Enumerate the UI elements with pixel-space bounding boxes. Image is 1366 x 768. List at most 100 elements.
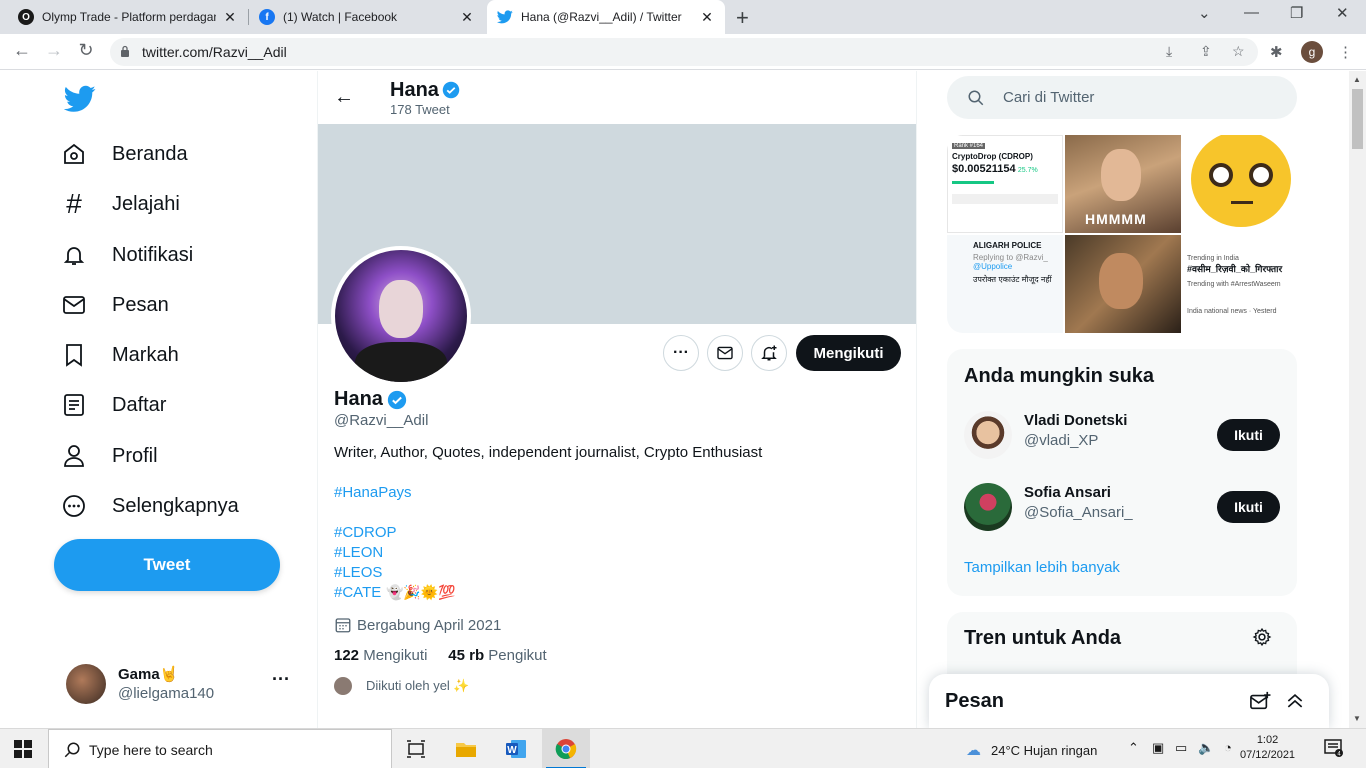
tab-twitter[interactable]: Hana (@Razvi__Adil) / Twitter ✕ [487, 0, 725, 34]
followers-link[interactable]: 45 rb Pengikut [448, 647, 546, 664]
gear-icon[interactable] [1252, 627, 1272, 647]
hashtag-link[interactable]: #LEON [334, 544, 383, 561]
nav-item-profile[interactable]: Profil [60, 436, 158, 476]
task-view-icon[interactable] [392, 729, 440, 768]
taskbar-clock[interactable]: 1:02 07/12/2021 [1240, 733, 1295, 763]
bookmark-star-icon[interactable]: ☆ [1232, 43, 1245, 60]
who-to-follow-card: Anda mungkin suka Vladi Donetski @vladi_… [947, 349, 1297, 596]
back-arrow-icon[interactable]: ← [334, 86, 354, 109]
bookmark-icon [60, 341, 88, 369]
media-tile-police-tweet[interactable]: ALIGARH POLICE Replying to @Razvi_ @Uppo… [947, 235, 1063, 333]
address-bar[interactable]: twitter.com/Razvi__Adil ⤓ ⇪ ☆ [110, 38, 1258, 66]
scroll-thumb[interactable] [1352, 89, 1363, 149]
browser-profile-avatar[interactable]: g [1301, 41, 1323, 63]
tab-search-chevron-icon[interactable]: ⌄ [1198, 4, 1211, 22]
message-button[interactable] [707, 335, 743, 371]
double-chevron-up-icon[interactable] [1285, 691, 1305, 711]
chrome-icon[interactable] [542, 729, 590, 768]
suggestion-name: Sofia Ansari [1024, 484, 1111, 501]
new-tab-icon[interactable]: + [736, 5, 749, 31]
nav-item-label: Selengkapnya [112, 494, 239, 517]
profile-avatar[interactable] [331, 246, 471, 386]
hashtag-link[interactable]: #LEOS [334, 564, 382, 581]
volume-icon[interactable]: 🔈 [1198, 740, 1214, 756]
minimize-icon[interactable]: — [1244, 4, 1259, 21]
tweet-count: 178 Tweet [390, 102, 450, 117]
search-input[interactable]: Cari di Twitter [947, 76, 1297, 119]
media-tile-hmmm[interactable]: HMMMM [1065, 135, 1181, 233]
followed-by[interactable]: Diikuti oleh yel ✨ [334, 677, 470, 695]
meet-now-icon[interactable]: ▣ [1152, 740, 1164, 756]
taskbar-search-input[interactable]: Type here to search [48, 729, 392, 768]
close-icon[interactable]: ✕ [459, 9, 475, 26]
extensions-icon[interactable]: ✱ [1270, 43, 1283, 61]
suggestion-row[interactable]: Sofia Ansari @Sofia_Ansari_ Ikuti [964, 477, 1280, 537]
forward-icon[interactable]: → [42, 40, 66, 61]
search-icon [64, 742, 80, 758]
follow-button[interactable]: Ikuti [1217, 419, 1280, 451]
media-tile-trending[interactable]: Trending in India #वसीम_रिज़वी_को_गिरफ्त… [1183, 235, 1297, 333]
tweet-button[interactable]: Tweet [54, 539, 280, 591]
close-icon[interactable]: ✕ [699, 9, 715, 26]
hashtag-link[interactable]: #HanaPays [334, 484, 412, 501]
nav-item-more[interactable]: Selengkapnya [60, 486, 239, 526]
nav-item-home[interactable]: Beranda [60, 134, 188, 174]
page-scrollbar[interactable]: ▲ ▼ [1349, 71, 1366, 728]
install-icon[interactable]: ⤓ [1166, 43, 1172, 60]
chevron-up-icon[interactable]: ⌃ [1128, 740, 1139, 756]
tab-facebook[interactable]: f (1) Watch | Facebook ✕ [249, 0, 485, 34]
file-explorer-icon[interactable] [442, 729, 490, 768]
media-crypto-rank: Rank #164 [952, 143, 986, 149]
window-close-icon[interactable]: ✕ [1336, 4, 1349, 22]
suggestion-handle: @Sofia_Ansari_ [1024, 504, 1133, 521]
following-count: 122 [334, 647, 360, 664]
wifi-icon[interactable]: ◔ [1224, 740, 1232, 755]
nav-item-label: Daftar [112, 393, 167, 416]
more-options-button[interactable]: ··· [663, 335, 699, 371]
hashtag-link[interactable]: #CATE [334, 584, 381, 601]
media-tile-police-photo[interactable] [1065, 235, 1181, 333]
scroll-up-icon[interactable]: ▲ [1353, 75, 1361, 84]
calendar-icon [335, 618, 351, 633]
close-icon[interactable]: ✕ [222, 9, 238, 26]
hashtag-link[interactable]: #CDROP [334, 524, 397, 541]
restore-icon[interactable]: ❐ [1290, 4, 1303, 22]
following-link[interactable]: 122 Mengikuti [334, 647, 427, 664]
bell-icon [60, 241, 88, 269]
chrome-menu-icon[interactable]: ⋮ [1338, 43, 1353, 61]
notify-button[interactable] [751, 335, 787, 371]
share-icon[interactable]: ⇪ [1200, 43, 1212, 60]
nav-item-messages[interactable]: Pesan [60, 285, 169, 325]
tab-olymp-trade[interactable]: O Olymp Trade - Platform perdagangan ✕ [8, 0, 248, 34]
battery-icon[interactable]: ▭ [1175, 740, 1187, 756]
media-tile-emoji[interactable] [1183, 135, 1297, 233]
nav-item-explore[interactable]: # Jelajahi [60, 184, 180, 224]
media-crypto-bar [952, 181, 995, 184]
nav-item-bookmarks[interactable]: Markah [60, 335, 179, 375]
nav-item-label: Profil [112, 444, 158, 467]
svg-text:W: W [507, 745, 517, 756]
nav-item-lists[interactable]: Daftar [60, 385, 166, 425]
weather-widget[interactable]: ☁ 24°C Hujan ringan [966, 741, 1097, 759]
back-icon[interactable]: ← [10, 40, 34, 61]
olymp-icon: O [18, 9, 34, 25]
scroll-down-icon[interactable]: ▼ [1353, 714, 1361, 723]
twitter-logo-icon[interactable] [64, 85, 96, 113]
suggestion-row[interactable]: Vladi Donetski @vladi_XP Ikuti [964, 405, 1280, 465]
notification-center-icon[interactable]: 4 [1324, 739, 1344, 762]
follow-button[interactable]: Ikuti [1217, 491, 1280, 523]
clock-time: 1:02 [1256, 734, 1279, 746]
windows-start-icon[interactable] [14, 740, 32, 758]
media-tile-crypto[interactable]: Rank #164 CryptoDrop (CDROP) $0.00521154… [947, 135, 1063, 233]
account-switcher[interactable]: Gama🤘 @lielgama140 ··· [60, 657, 300, 713]
more-horizontal-icon[interactable]: ··· [272, 669, 290, 690]
verified-badge-icon [387, 390, 407, 410]
new-message-icon[interactable] [1249, 691, 1271, 711]
reload-icon[interactable]: ↻ [74, 40, 98, 61]
show-more-link[interactable]: Tampilkan lebih banyak [964, 559, 1120, 576]
messages-drawer[interactable]: Pesan [929, 674, 1329, 728]
nav-item-notifications[interactable]: Notifikasi [60, 235, 193, 275]
word-icon[interactable]: W [492, 729, 540, 768]
nav-item-label: Pesan [112, 293, 169, 316]
following-button[interactable]: Mengikuti [796, 335, 901, 371]
